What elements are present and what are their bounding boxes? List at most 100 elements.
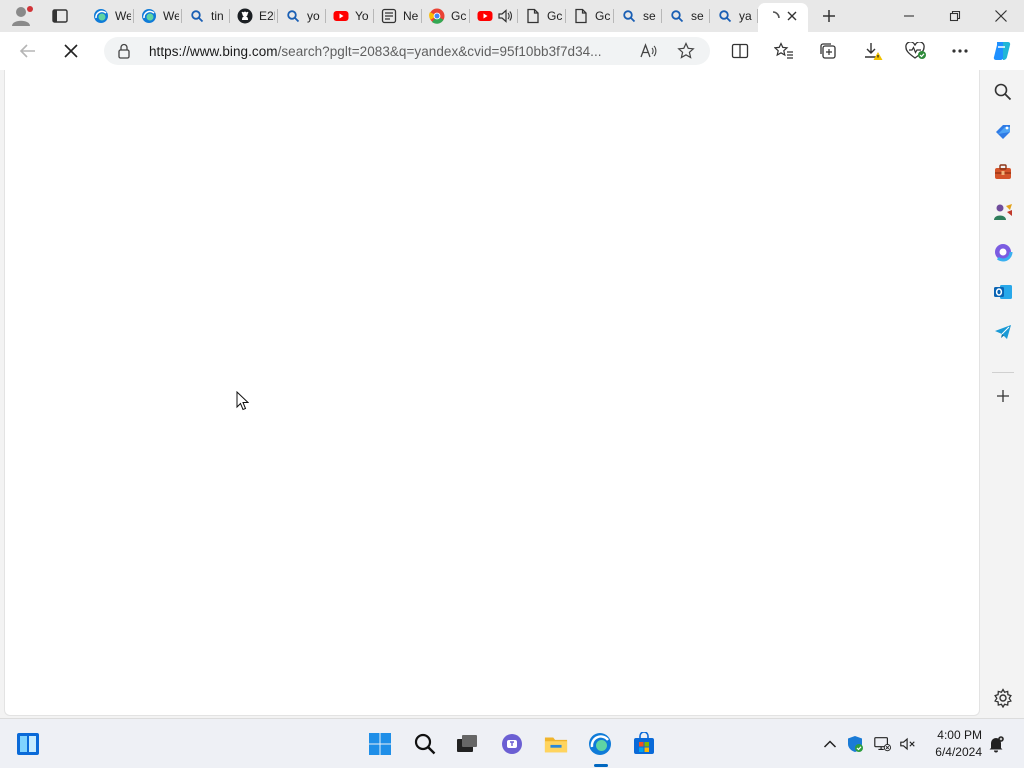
plus-icon — [823, 10, 835, 22]
clock-date: 6/4/2024 — [935, 745, 982, 759]
copilot-icon — [993, 42, 1011, 60]
tab[interactable]: yo — [278, 0, 326, 32]
speaker-icon[interactable] — [497, 8, 513, 24]
url-text[interactable]: https://www.bing.com/search?pglt=2083&q=… — [149, 44, 629, 59]
taskbar-clock[interactable]: 4:00 PM 6/4/2024 — [920, 727, 982, 761]
tab-list: We We tin E2I yo — [86, 0, 808, 32]
close-icon — [995, 10, 1007, 22]
tab[interactable]: Gc — [566, 0, 614, 32]
close-icon — [64, 44, 78, 58]
settings-more-button[interactable] — [947, 39, 973, 63]
url-path: /search?pglt=2083&q=yandex&cvid=95f10bb3… — [277, 44, 602, 59]
web-content[interactable] — [4, 70, 980, 716]
heart-pulse-icon — [905, 42, 926, 59]
download-warning-icon — [865, 43, 883, 60]
tab[interactable]: We — [86, 0, 134, 32]
bing-search-icon — [621, 8, 637, 24]
start-button[interactable] — [368, 732, 392, 756]
downloads-button[interactable] — [860, 39, 886, 63]
games-icon[interactable] — [992, 201, 1014, 223]
microsoft365-icon[interactable] — [992, 241, 1014, 263]
active-tab[interactable] — [758, 3, 808, 32]
profile-avatar-icon[interactable] — [10, 5, 34, 27]
tab[interactable]: se — [614, 0, 662, 32]
collections-button[interactable] — [815, 39, 841, 63]
address-bar[interactable]: https://www.bing.com/search?pglt=2083&q=… — [104, 37, 710, 65]
url-origin: https://www.bing.com — [149, 44, 278, 59]
network-icon[interactable] — [873, 735, 891, 753]
sidebar-search-icon[interactable] — [992, 81, 1014, 103]
tab-title: We — [115, 9, 131, 23]
favorites-button[interactable] — [771, 39, 797, 63]
tab[interactable]: Ne — [374, 0, 422, 32]
edge-taskbar-icon[interactable] — [588, 732, 612, 756]
bing-search-icon — [285, 8, 301, 24]
tab-title: ya — [739, 9, 752, 23]
lock-icon[interactable] — [116, 43, 132, 59]
tab-title: Gc — [451, 9, 467, 23]
bing-search-icon — [669, 8, 685, 24]
tab[interactable]: ya — [710, 0, 758, 32]
outlook-icon[interactable] — [992, 281, 1014, 303]
back-arrow-icon — [19, 44, 35, 58]
minimize-button[interactable] — [886, 0, 932, 32]
defender-shield-icon[interactable] — [846, 735, 864, 753]
telegram-icon[interactable] — [992, 321, 1014, 343]
file-explorer-icon[interactable] — [544, 732, 568, 756]
close-tab-icon[interactable] — [784, 8, 800, 24]
add-sidebar-app-button[interactable] — [992, 385, 1014, 407]
read-aloud-icon[interactable] — [640, 43, 658, 59]
ellipsis-icon — [952, 49, 968, 53]
mouse-cursor-icon — [236, 391, 249, 411]
volume-muted-icon[interactable] — [899, 735, 917, 753]
widgets-icon[interactable] — [16, 732, 40, 756]
restore-icon — [949, 10, 961, 22]
new-tab-button[interactable] — [818, 6, 840, 26]
microsoft-store-icon[interactable] — [632, 732, 656, 756]
tools-icon[interactable] — [992, 161, 1014, 183]
youtube-icon — [333, 8, 349, 24]
bing-search-icon — [189, 8, 205, 24]
tab-strip: We We tin E2I yo — [0, 0, 1024, 32]
google-chrome-icon — [429, 8, 445, 24]
sidebar-settings-button[interactable] — [992, 687, 1014, 709]
tab-title: tin — [211, 9, 224, 23]
show-hidden-icons-chevron-icon[interactable] — [821, 735, 839, 753]
tab[interactable]: Gc — [518, 0, 566, 32]
stop-loading-button[interactable] — [58, 39, 84, 63]
plus-icon — [997, 390, 1009, 402]
taskbar-search-icon[interactable] — [413, 732, 437, 756]
tab[interactable]: tin — [182, 0, 230, 32]
task-view-icon[interactable] — [455, 732, 479, 756]
tab[interactable]: E2I — [230, 0, 278, 32]
document-icon — [573, 8, 589, 24]
tab[interactable] — [470, 0, 518, 32]
favorite-star-icon[interactable] — [677, 42, 695, 60]
active-app-indicator — [594, 764, 608, 767]
collections-icon — [820, 43, 836, 59]
tab[interactable]: We — [134, 0, 182, 32]
browser-essentials-button[interactable] — [903, 39, 929, 63]
tab[interactable]: Gc — [422, 0, 470, 32]
edge-icon — [93, 8, 109, 24]
tab[interactable]: Yo — [326, 0, 374, 32]
split-screen-icon — [731, 43, 749, 59]
teams-chat-icon[interactable] — [500, 732, 524, 756]
github-icon — [237, 8, 253, 24]
back-button[interactable] — [15, 39, 41, 63]
tab-title: Yo — [355, 9, 369, 23]
restore-button[interactable] — [932, 0, 978, 32]
copilot-button[interactable] — [989, 39, 1015, 63]
notification-bell-icon[interactable] — [987, 735, 1005, 753]
tab-title: E2I — [259, 9, 275, 23]
shopping-tag-icon[interactable] — [992, 121, 1014, 143]
tab[interactable]: se — [662, 0, 710, 32]
close-window-button[interactable] — [978, 0, 1024, 32]
clock-time: 4:00 PM — [937, 728, 982, 742]
favorites-list-icon — [774, 42, 793, 59]
loading-icon — [765, 10, 781, 26]
tab-title: se — [691, 9, 704, 23]
tab-actions-icon[interactable] — [50, 7, 70, 25]
windows-logo-icon — [369, 733, 391, 755]
split-screen-button[interactable] — [727, 39, 753, 63]
